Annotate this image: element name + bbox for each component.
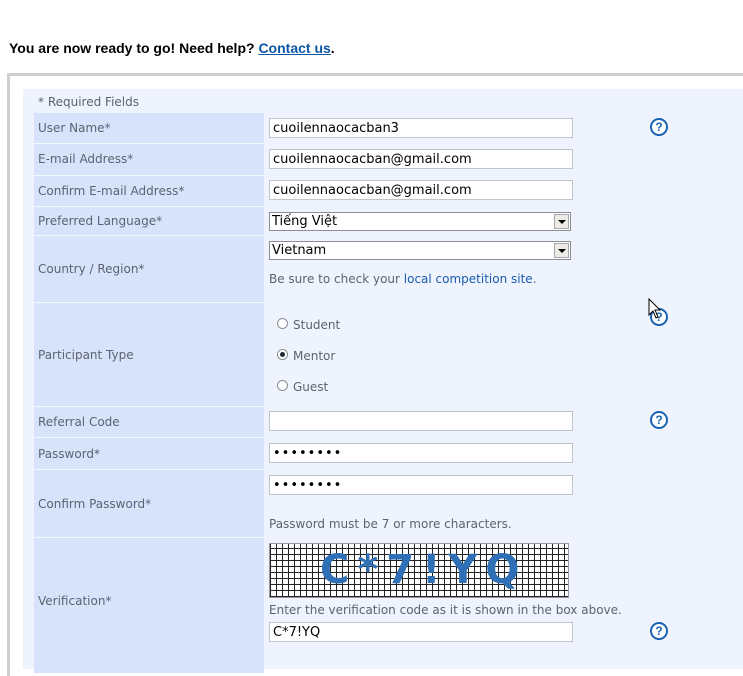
intro-message: You are now ready to go! Need help? bbox=[9, 40, 259, 56]
row-divider bbox=[34, 469, 264, 470]
language-label: Preferred Language* bbox=[38, 214, 163, 228]
row-divider bbox=[34, 143, 264, 144]
verification-hint: Enter the verification code as it is sho… bbox=[269, 603, 622, 617]
row-divider bbox=[34, 175, 264, 176]
username-label: User Name* bbox=[38, 121, 111, 135]
verification-label: Verification* bbox=[38, 594, 112, 608]
participant-type-label: Participant Type bbox=[38, 348, 134, 362]
chevron-down-icon[interactable] bbox=[554, 214, 569, 229]
intro-text: You are now ready to go! Need help? Cont… bbox=[9, 40, 335, 56]
username-help-icon[interactable]: ? bbox=[650, 118, 668, 136]
mouse-cursor-icon bbox=[648, 298, 662, 319]
row-divider bbox=[34, 302, 264, 303]
referral-code-input[interactable] bbox=[269, 411, 573, 431]
password-hint: Password must be 7 or more characters. bbox=[269, 517, 512, 531]
confirm-email-input[interactable]: cuoilennaocacban@gmail.com bbox=[269, 180, 573, 200]
mentor-radio[interactable] bbox=[277, 349, 288, 360]
row-divider bbox=[34, 235, 264, 236]
student-radio[interactable] bbox=[277, 318, 288, 329]
password-input[interactable]: •••••••• bbox=[269, 443, 573, 463]
local-competition-site-link[interactable]: local competition site bbox=[404, 272, 533, 286]
row-divider bbox=[34, 206, 264, 207]
email-label: E-mail Address* bbox=[38, 152, 134, 166]
intro-suffix: . bbox=[330, 40, 335, 56]
row-divider bbox=[34, 537, 264, 538]
mentor-option-label[interactable]: Mentor bbox=[293, 349, 335, 363]
language-select[interactable]: Tiếng Việt bbox=[269, 212, 571, 231]
row-divider bbox=[34, 437, 264, 438]
country-select[interactable]: Vietnam bbox=[269, 241, 571, 260]
country-selected-value: Vietnam bbox=[272, 243, 327, 258]
captcha-image: C*7!YQ bbox=[269, 543, 569, 598]
country-hint-text: Be sure to check your bbox=[269, 272, 404, 286]
student-option-label[interactable]: Student bbox=[293, 318, 340, 332]
captcha-text: C*7!YQ bbox=[320, 547, 528, 593]
username-input[interactable]: cuoilennaocacban3 bbox=[269, 118, 573, 138]
referral-help-icon[interactable]: ? bbox=[650, 411, 668, 429]
guest-radio[interactable] bbox=[277, 380, 288, 391]
referral-code-label: Referral Code bbox=[38, 415, 120, 429]
chevron-down-icon[interactable] bbox=[554, 243, 569, 258]
confirm-email-label: Confirm E-mail Address* bbox=[38, 184, 185, 198]
verification-input[interactable]: C*7!YQ bbox=[269, 622, 573, 642]
country-hint-suffix: . bbox=[532, 272, 537, 286]
required-fields-note: * Required Fields bbox=[38, 95, 139, 109]
language-selected-value: Tiếng Việt bbox=[272, 214, 338, 229]
contact-us-link[interactable]: Contact us bbox=[258, 40, 330, 56]
country-hint: Be sure to check your local competition … bbox=[269, 272, 537, 286]
confirm-password-input[interactable]: •••••••• bbox=[269, 475, 573, 495]
country-label: Country / Region* bbox=[38, 262, 145, 276]
row-divider bbox=[34, 406, 264, 407]
guest-option-label[interactable]: Guest bbox=[293, 380, 328, 394]
verification-help-icon[interactable]: ? bbox=[650, 622, 668, 640]
confirm-password-label: Confirm Password* bbox=[38, 497, 152, 511]
email-input[interactable]: cuoilennaocacban@gmail.com bbox=[269, 149, 573, 169]
password-label: Password* bbox=[38, 447, 101, 461]
